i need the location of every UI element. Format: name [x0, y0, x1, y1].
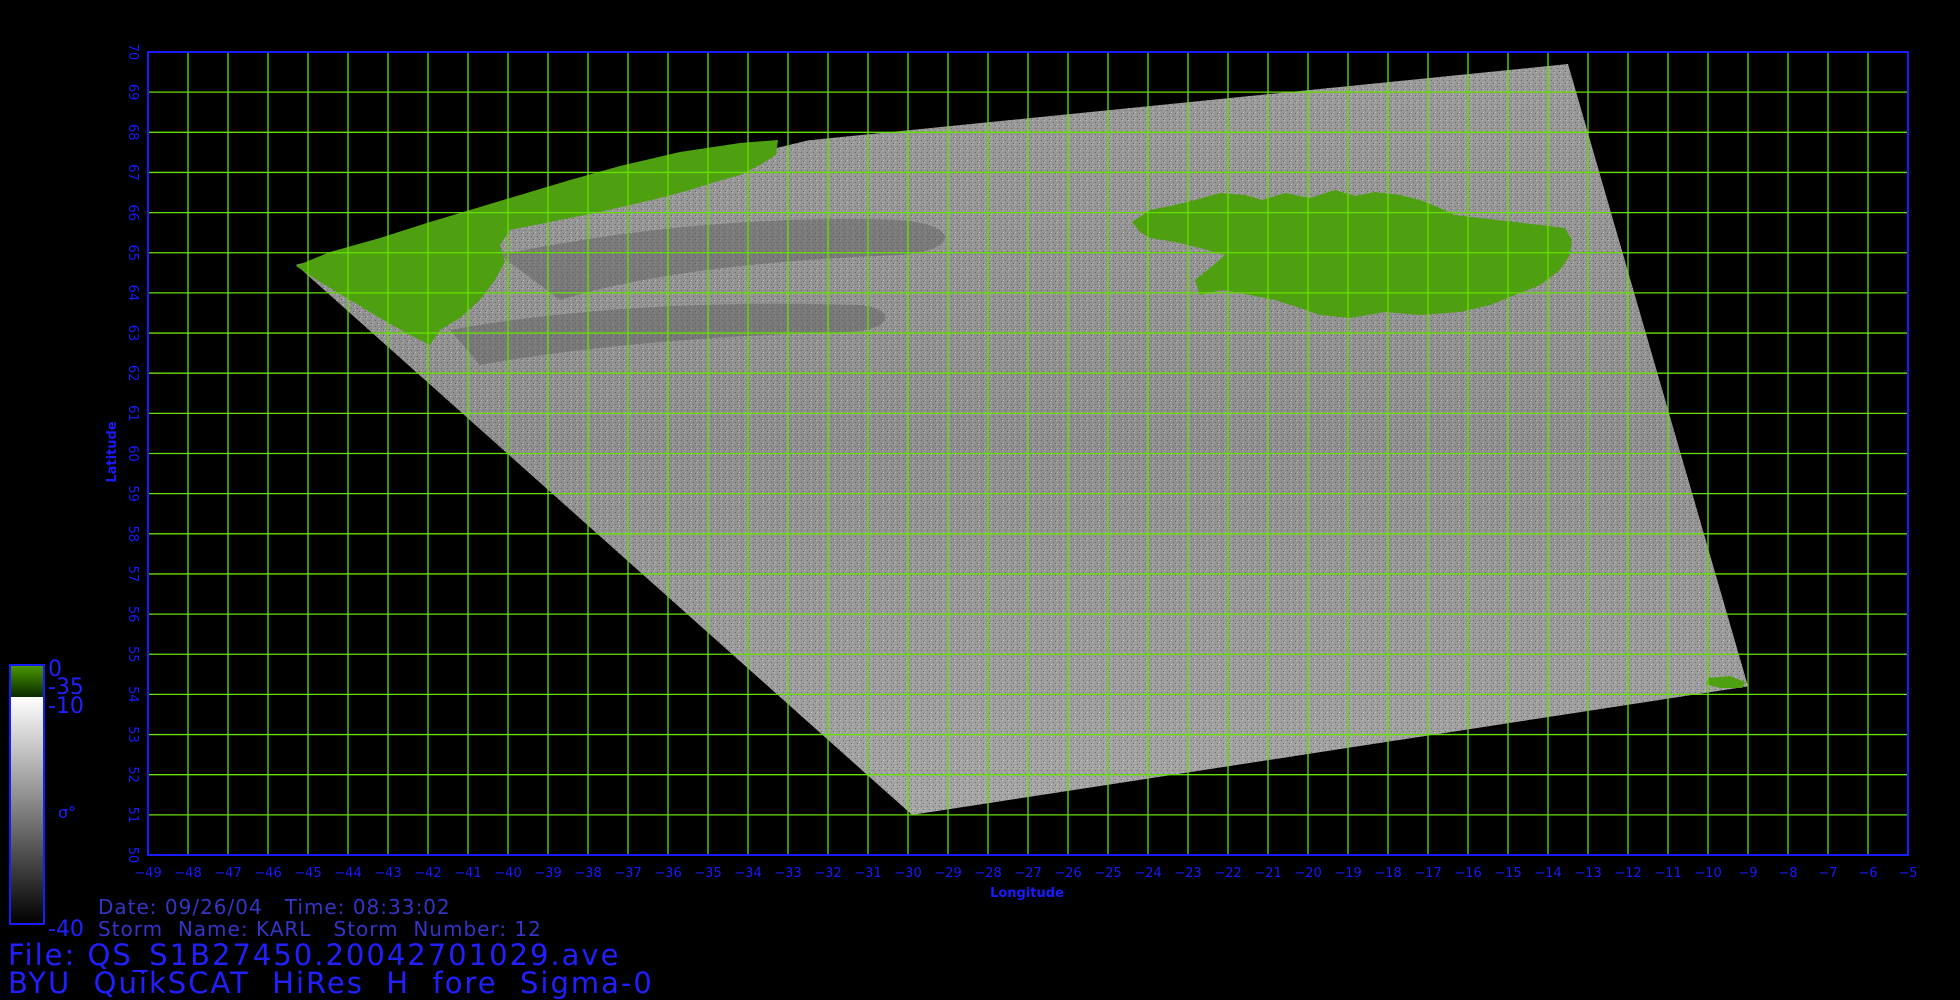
colorbar-ocean-max: -10	[48, 694, 84, 719]
lon-tick-label: −14	[1534, 866, 1561, 881]
colorbar-land-scale	[10, 665, 44, 697]
lat-tick-label: 53	[125, 726, 140, 743]
ocean-swath-texture	[296, 64, 1748, 815]
colorbar-ocean-min: -40	[48, 917, 84, 942]
lon-tick-label: −9	[1738, 866, 1757, 881]
lat-tick-label: 57	[125, 566, 140, 583]
lat-tick-label: 65	[125, 244, 140, 261]
lon-tick-label: −46	[254, 866, 281, 881]
lon-tick-label: −11	[1654, 866, 1681, 881]
lat-tick-label: 61	[125, 405, 140, 422]
lon-tick-label: −43	[374, 866, 401, 881]
lon-tick-label: −20	[1294, 866, 1321, 881]
lon-tick-label: −8	[1778, 866, 1797, 881]
lon-tick-label: −26	[1054, 866, 1081, 881]
lon-tick-label: −30	[894, 866, 921, 881]
lon-tick-label: −37	[614, 866, 641, 881]
lon-tick-label: −31	[854, 866, 881, 881]
lon-tick-label: −16	[1454, 866, 1481, 881]
lon-tick-label: −18	[1374, 866, 1401, 881]
lat-lon-grid	[147, 51, 1909, 856]
lon-tick-label: −17	[1414, 866, 1441, 881]
lat-tick-label: 51	[125, 807, 140, 824]
lon-tick-label: −29	[934, 866, 961, 881]
lon-tick-label: −41	[454, 866, 481, 881]
lon-tick-label: −40	[494, 866, 521, 881]
lon-tick-label: −6	[1858, 866, 1877, 881]
lat-tick-label: 50	[125, 847, 140, 864]
lat-tick-label: 66	[125, 204, 140, 221]
lon-tick-label: −39	[534, 866, 561, 881]
lat-tick-label: 64	[125, 285, 140, 302]
lat-tick-label: 70	[125, 44, 140, 61]
lon-tick-label: −28	[974, 866, 1001, 881]
lon-tick-label: −12	[1614, 866, 1641, 881]
x-axis-label: Longitude	[990, 886, 1064, 901]
lon-tick-label: −5	[1898, 866, 1917, 881]
lon-tick-label: −19	[1334, 866, 1361, 881]
lon-tick-label: −33	[774, 866, 801, 881]
lon-tick-label: −35	[694, 866, 721, 881]
lon-tick-label: −27	[1014, 866, 1041, 881]
lon-tick-label: −7	[1818, 866, 1837, 881]
lat-tick-label: 52	[125, 766, 140, 783]
longitude-tick-labels: −49 −48 −47 −46 −45 −44 −43 −42 −41 −40 −39 −38 −37−…	[134, 866, 1917, 881]
lon-tick-label: −13	[1574, 866, 1601, 881]
lon-tick-label: −24	[1134, 866, 1161, 881]
lon-tick-label: −15	[1494, 866, 1521, 881]
lat-tick-label: 67	[125, 164, 140, 181]
lon-tick-label: −22	[1214, 866, 1241, 881]
lat-tick-label: 69	[125, 84, 140, 101]
swath-image	[296, 64, 1748, 815]
lon-tick-label: −45	[294, 866, 321, 881]
lon-tick-label: −48	[174, 866, 201, 881]
lon-tick-label: −49	[134, 866, 161, 881]
lon-tick-label: −36	[654, 866, 681, 881]
lon-tick-label: −25	[1094, 866, 1121, 881]
lat-tick-label: 59	[125, 485, 140, 502]
y-axis-label: Latitude	[105, 421, 120, 483]
lon-tick-label: −23	[1174, 866, 1201, 881]
lon-tick-label: −38	[574, 866, 601, 881]
lat-tick-label: 55	[125, 646, 140, 663]
lon-tick-label: −34	[734, 866, 761, 881]
lat-tick-label: 60	[125, 445, 140, 462]
lon-tick-label: −21	[1254, 866, 1281, 881]
lat-tick-label: 56	[125, 606, 140, 623]
lon-tick-label: −32	[814, 866, 841, 881]
lon-tick-label: −44	[334, 866, 361, 881]
lat-tick-label: 68	[125, 124, 140, 141]
sigma0-symbol: σ°	[58, 803, 76, 822]
lon-tick-label: −10	[1694, 866, 1721, 881]
colorbar-ocean-scale	[10, 697, 44, 924]
lat-tick-label: 58	[125, 526, 140, 543]
lat-tick-label: 62	[125, 365, 140, 382]
lat-tick-label: 63	[125, 325, 140, 342]
latitude-tick-labels: 50 51 52 53 54 55 56 57 58 59 60 61 62 63 64 65 66 67 68 69…	[125, 44, 140, 864]
lat-tick-label: 54	[125, 686, 140, 703]
lon-tick-label: −47	[214, 866, 241, 881]
scatterometer-map: −49 −48 −47 −46 −45 −44 −43 −42 −41 −40 −39 −38 −37−…	[9, 44, 1918, 942]
lon-tick-label: −42	[414, 866, 441, 881]
colorbar: 0 -35 -10 -40 σ°	[9, 657, 84, 942]
